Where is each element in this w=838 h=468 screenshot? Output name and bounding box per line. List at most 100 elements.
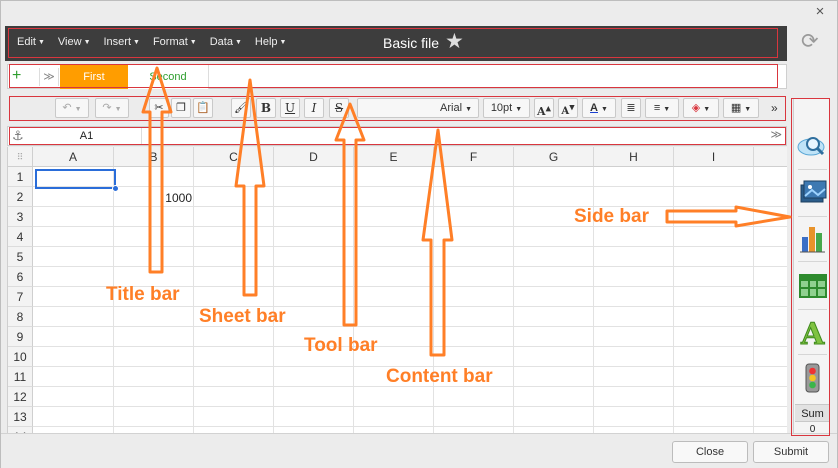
anchor-icon[interactable]: ⚓ (12, 128, 24, 144)
caret-down-icon: ▼ (744, 106, 752, 113)
undo-icon: ↶ (62, 102, 72, 114)
svg-text:A: A (800, 317, 825, 349)
caret-down-icon: ▼ (465, 106, 472, 113)
caret-down-icon: ▼ (703, 106, 711, 113)
column-header[interactable]: H (594, 147, 674, 167)
paste-button[interactable]: 📋 (193, 98, 213, 118)
italic-icon: I (311, 101, 317, 115)
bold-icon: B (260, 101, 272, 115)
toolbar-overflow-icon[interactable]: » (771, 101, 778, 115)
menu-insert[interactable]: Insert ▼ (104, 36, 140, 48)
submit-button[interactable]: Submit (753, 441, 829, 463)
copy-button[interactable]: ❐ (171, 98, 191, 118)
row-header[interactable]: 8 (8, 307, 33, 327)
add-sheet-icon[interactable]: + (12, 67, 21, 85)
strikethrough-icon: S (334, 101, 344, 115)
row-header[interactable]: 12 (8, 387, 33, 407)
borders-button[interactable]: ▦ ▼ (723, 98, 759, 118)
annotation-sheet-bar: Sheet bar (199, 306, 286, 327)
column-header[interactable] (754, 147, 787, 167)
font-increase-icon: A▲ (537, 103, 551, 118)
undo-button[interactable]: ↶ ▼ (55, 98, 89, 118)
column-header[interactable]: D (274, 147, 354, 167)
menu-format[interactable]: Format ▼ (153, 36, 197, 48)
select-all-corner[interactable]: ⠿ (8, 147, 33, 167)
spreadsheet-dialog: × Edit ▼ View ▼ Insert ▼ Format ▼ Data ▼ Help… (0, 0, 838, 468)
caret-down-icon: ▼ (133, 39, 140, 46)
align-left-icon: ≡ (653, 102, 661, 114)
row-header[interactable]: 5 (8, 247, 33, 267)
paste-icon: 📋 (196, 102, 210, 114)
menu-label: Edit (17, 36, 36, 48)
font-color-button[interactable]: A ▼ (582, 98, 616, 118)
row-header[interactable]: 7 (8, 287, 33, 307)
format-painter-button[interactable]: 🖌 (231, 98, 251, 118)
column-header[interactable]: C (194, 147, 274, 167)
grid-line (673, 167, 674, 433)
row-header[interactable]: 13 (8, 407, 33, 427)
column-header[interactable]: E (354, 147, 434, 167)
table-icon[interactable] (796, 267, 829, 303)
redo-button[interactable]: ↷ ▼ (95, 98, 129, 118)
fill-color-button[interactable]: ◈ ▼ (683, 98, 719, 118)
row-header[interactable]: 10 (8, 347, 33, 367)
align-button[interactable]: ≡ ▼ (645, 98, 679, 118)
decrease-font-button[interactable]: A▼ (558, 98, 578, 118)
annotation-tool-bar: Tool bar (304, 335, 378, 356)
traffic-light-icon[interactable] (796, 360, 829, 396)
close-icon[interactable]: × (811, 3, 829, 21)
fill-color-icon: ◈ (691, 102, 701, 114)
strikethrough-button[interactable]: S (329, 98, 349, 118)
chart-icon[interactable] (796, 220, 829, 256)
close-button[interactable]: Close (672, 441, 748, 463)
caret-down-icon: ▼ (74, 106, 82, 113)
column-header[interactable]: B (114, 147, 194, 167)
menu-label: Help (254, 36, 278, 48)
column-header[interactable]: I (674, 147, 754, 167)
cell-reference-box[interactable]: A1 (32, 128, 142, 144)
grid-line (273, 167, 274, 433)
refresh-icon[interactable]: ⟳ (801, 29, 819, 54)
font-family-value: Arial (440, 102, 463, 114)
caret-down-icon: ▼ (279, 39, 287, 46)
selected-cell-a1[interactable] (35, 169, 116, 189)
font-decrease-icon: A▼ (561, 103, 575, 118)
wrap-text-button[interactable]: ≣ (621, 98, 641, 118)
menu-view[interactable]: View ▼ (58, 36, 91, 48)
italic-button[interactable]: I (304, 98, 324, 118)
row-header[interactable]: 6 (8, 267, 33, 287)
sheet-list-icon[interactable]: ≫ (39, 68, 59, 86)
underline-button[interactable]: U (280, 98, 300, 118)
row-header[interactable]: 4 (8, 227, 33, 247)
underline-icon: U (284, 101, 296, 115)
menu-label: Data (209, 36, 233, 48)
row-header[interactable]: 1 (8, 167, 33, 187)
search-cloud-icon[interactable] (796, 127, 829, 163)
font-size-select[interactable]: 10pt ▼ (483, 98, 530, 118)
font-family-select[interactable]: Arial ▼ (357, 98, 479, 118)
menu-data[interactable]: Data ▼ (210, 36, 242, 48)
tab-second[interactable]: Second (128, 65, 209, 89)
row-header[interactable]: 3 (8, 207, 33, 227)
cut-button[interactable]: ✂ (149, 98, 169, 118)
column-header[interactable]: G (514, 147, 594, 167)
row-header[interactable]: 11 (8, 367, 33, 387)
column-header[interactable]: F (434, 147, 514, 167)
cell-b2[interactable]: 1000 (116, 188, 192, 208)
text-style-icon[interactable]: A (796, 313, 829, 353)
file-title[interactable]: Basic file (383, 35, 439, 51)
grid-line (353, 167, 354, 433)
column-header[interactable]: A (33, 147, 114, 167)
star-icon[interactable]: ★ (445, 31, 464, 52)
menu-help[interactable]: Help ▼ (255, 36, 287, 48)
expand-formula-icon[interactable]: ≫ (770, 128, 782, 141)
menu-edit[interactable]: Edit ▼ (17, 36, 45, 48)
row-header[interactable]: 2 (8, 187, 33, 207)
bold-button[interactable]: B (256, 98, 276, 118)
images-icon[interactable] (796, 175, 829, 211)
row-header[interactable]: 9 (8, 327, 33, 347)
increase-font-button[interactable]: A▲ (534, 98, 554, 118)
annotation-side-bar: Side bar (574, 206, 649, 227)
content-bar: ⚓ A1 ≫ (7, 126, 787, 146)
tab-first[interactable]: First (60, 65, 128, 89)
